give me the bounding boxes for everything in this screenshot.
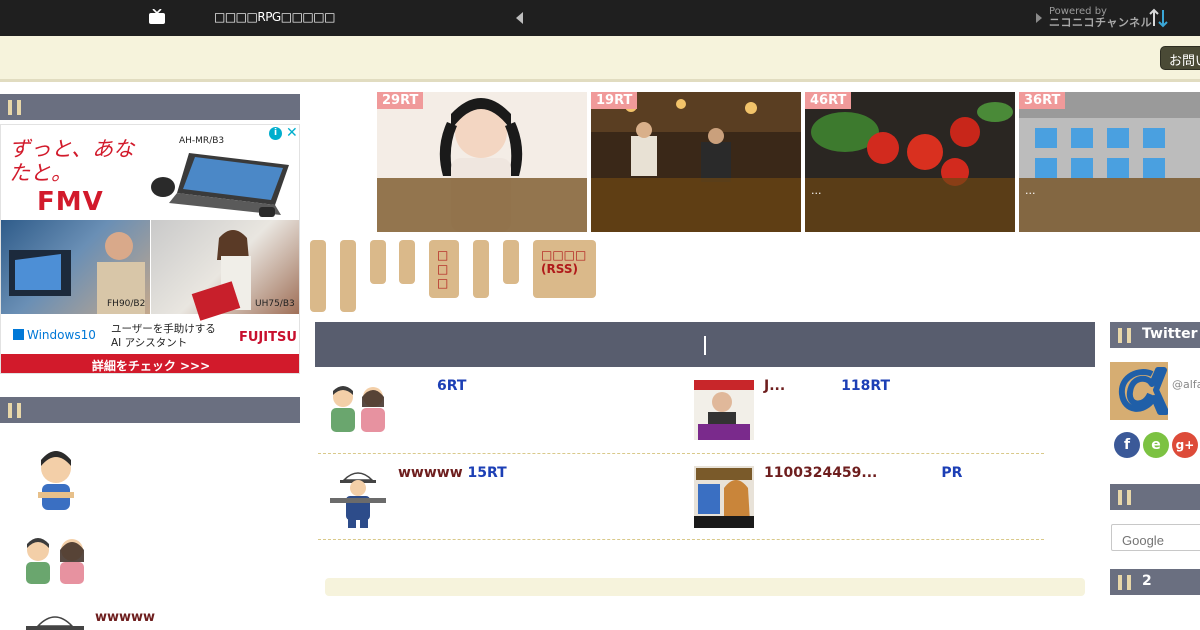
ranking-card-caption bbox=[591, 178, 801, 232]
site-header-band bbox=[0, 36, 1200, 82]
construction-worker-thumbnail bbox=[330, 472, 386, 528]
ad-copy: ユーザーを手助けする AI アシスタント bbox=[111, 323, 216, 349]
ranking-card-caption: ... bbox=[1019, 178, 1200, 232]
left-list-item[interactable] bbox=[0, 532, 300, 592]
twitter-section-header: Twitter bbox=[1110, 322, 1200, 348]
section-bars-icon bbox=[1118, 490, 1132, 505]
couple-talking-thumbnail bbox=[331, 386, 385, 432]
windows-label: Windows10 bbox=[27, 328, 96, 342]
twitter-handle[interactable]: @alfa bbox=[1172, 378, 1200, 391]
couple-talking-illustration bbox=[26, 538, 84, 584]
laptop-image bbox=[151, 153, 289, 217]
rt-badge: 29RT bbox=[377, 92, 424, 109]
text-cursor bbox=[704, 336, 706, 355]
google-plus-icon[interactable]: g+ bbox=[1172, 432, 1198, 458]
ad-close-icon[interactable]: ✕ bbox=[286, 125, 298, 141]
ad-fmv-logo: FMV bbox=[37, 187, 104, 217]
windows-icon bbox=[13, 329, 24, 340]
category-tab[interactable] bbox=[399, 240, 415, 284]
sort-arrows-icon[interactable] bbox=[1148, 8, 1170, 28]
category-tab[interactable] bbox=[473, 240, 489, 298]
contact-button[interactable]: お問い bbox=[1160, 46, 1200, 70]
entry-title[interactable]: 1100324459... PR bbox=[764, 465, 962, 481]
fujitsu-logo: FUJITSU bbox=[239, 330, 297, 345]
entry-title[interactable]: 6RT bbox=[437, 378, 466, 394]
top-bar: □□□□RPG□□□□□ Powered by ニコニコチャンネル bbox=[0, 0, 1200, 36]
right-section-header-2: 2 bbox=[1110, 569, 1200, 595]
category-tab[interactable] bbox=[503, 240, 519, 284]
rt-badge: 46RT bbox=[805, 92, 852, 109]
ad-cta-button[interactable]: 詳細をチェック >>> bbox=[1, 354, 299, 373]
entry-rt-count: 15RT bbox=[467, 465, 507, 481]
rt-badge: 19RT bbox=[591, 92, 638, 109]
category-tab[interactable] bbox=[370, 240, 386, 284]
category-tab-rss[interactable]: □□□□ (RSS) bbox=[533, 240, 596, 298]
section-bars-icon bbox=[1118, 328, 1132, 343]
boy-eating-illustration bbox=[38, 451, 74, 510]
alpha-logo-icon bbox=[1118, 367, 1169, 415]
section-bars-icon bbox=[8, 100, 22, 115]
google-search-input[interactable] bbox=[1111, 524, 1200, 551]
ad-model-label: FH90/B2 bbox=[107, 299, 146, 309]
main-list-header bbox=[315, 322, 1095, 367]
ranking-card-caption bbox=[377, 178, 587, 232]
category-tab[interactable]: □□□ bbox=[429, 240, 459, 298]
windows10-logo: Windows10 bbox=[13, 328, 96, 342]
entry-rt-count: 6RT bbox=[437, 378, 467, 394]
tv-icon[interactable] bbox=[148, 9, 166, 25]
worker-illustration bbox=[26, 616, 84, 630]
right-section-header bbox=[1110, 484, 1200, 510]
entry-title[interactable]: J... 118RT bbox=[764, 378, 890, 394]
channel-title-link[interactable]: □□□□RPG□□□□□ bbox=[214, 10, 335, 24]
ranking-card[interactable]: ... 36RT bbox=[1019, 92, 1200, 232]
left-section-header bbox=[0, 94, 300, 120]
election-poster-thumbnail bbox=[694, 380, 754, 440]
twitter-section-title: Twitter bbox=[1142, 326, 1198, 342]
load-more-bar[interactable] bbox=[325, 578, 1085, 596]
ad-info-icon[interactable]: i bbox=[269, 127, 282, 140]
entry-title[interactable]: wwwww 15RT bbox=[398, 465, 507, 481]
ranking-card-caption: ... bbox=[805, 178, 1015, 232]
ranking-card[interactable]: 29RT bbox=[377, 92, 587, 232]
left-list-item[interactable]: wwwww bbox=[0, 604, 300, 630]
left-section-header-2 bbox=[0, 397, 300, 423]
row-divider bbox=[318, 539, 1044, 540]
category-tab[interactable] bbox=[310, 240, 326, 312]
fujitsu-fmv-ad[interactable]: ずっと、あなたと。 FMV AH-MR/B3 FH90/B2 UH75/B3 W… bbox=[0, 124, 300, 374]
arrow-right-icon[interactable] bbox=[1036, 13, 1042, 23]
game-pr-thumbnail bbox=[694, 466, 754, 528]
right-section-title-2: 2 bbox=[1142, 573, 1152, 589]
ad-model-label: UH75/B3 bbox=[255, 299, 295, 309]
ad-model-label: AH-MR/B3 bbox=[179, 136, 225, 146]
alpha-logo-avatar[interactable] bbox=[1110, 362, 1169, 420]
row-divider bbox=[318, 453, 1044, 454]
entry-title-text: 1100324459... bbox=[764, 465, 878, 481]
left-list-item-label: wwwww bbox=[95, 610, 156, 625]
powered-by-niconico[interactable]: Powered by ニコニコチャンネル bbox=[1049, 6, 1152, 28]
arrow-left-icon[interactable] bbox=[516, 12, 523, 24]
ranking-card[interactable]: ... 46RT bbox=[805, 92, 1015, 232]
ranking-card[interactable]: 19RT bbox=[591, 92, 801, 232]
entry-title-text: wwwww bbox=[398, 465, 463, 481]
rt-badge: 36RT bbox=[1019, 92, 1066, 109]
ad-tagline: ずっと、あなたと。 bbox=[9, 137, 135, 185]
section-bars-icon bbox=[8, 403, 22, 418]
category-tab[interactable] bbox=[340, 240, 356, 312]
entry-pr-badge: PR bbox=[941, 465, 963, 481]
feedly-icon[interactable]: e bbox=[1143, 432, 1169, 458]
facebook-icon[interactable]: f bbox=[1114, 432, 1140, 458]
entry-rt-count: 118RT bbox=[841, 378, 891, 394]
left-list-item[interactable] bbox=[0, 446, 300, 516]
entry-title-text: J... bbox=[764, 378, 786, 394]
section-bars-icon bbox=[1118, 575, 1132, 590]
niconico-channel-brand: ニコニコチャンネル bbox=[1049, 16, 1153, 29]
